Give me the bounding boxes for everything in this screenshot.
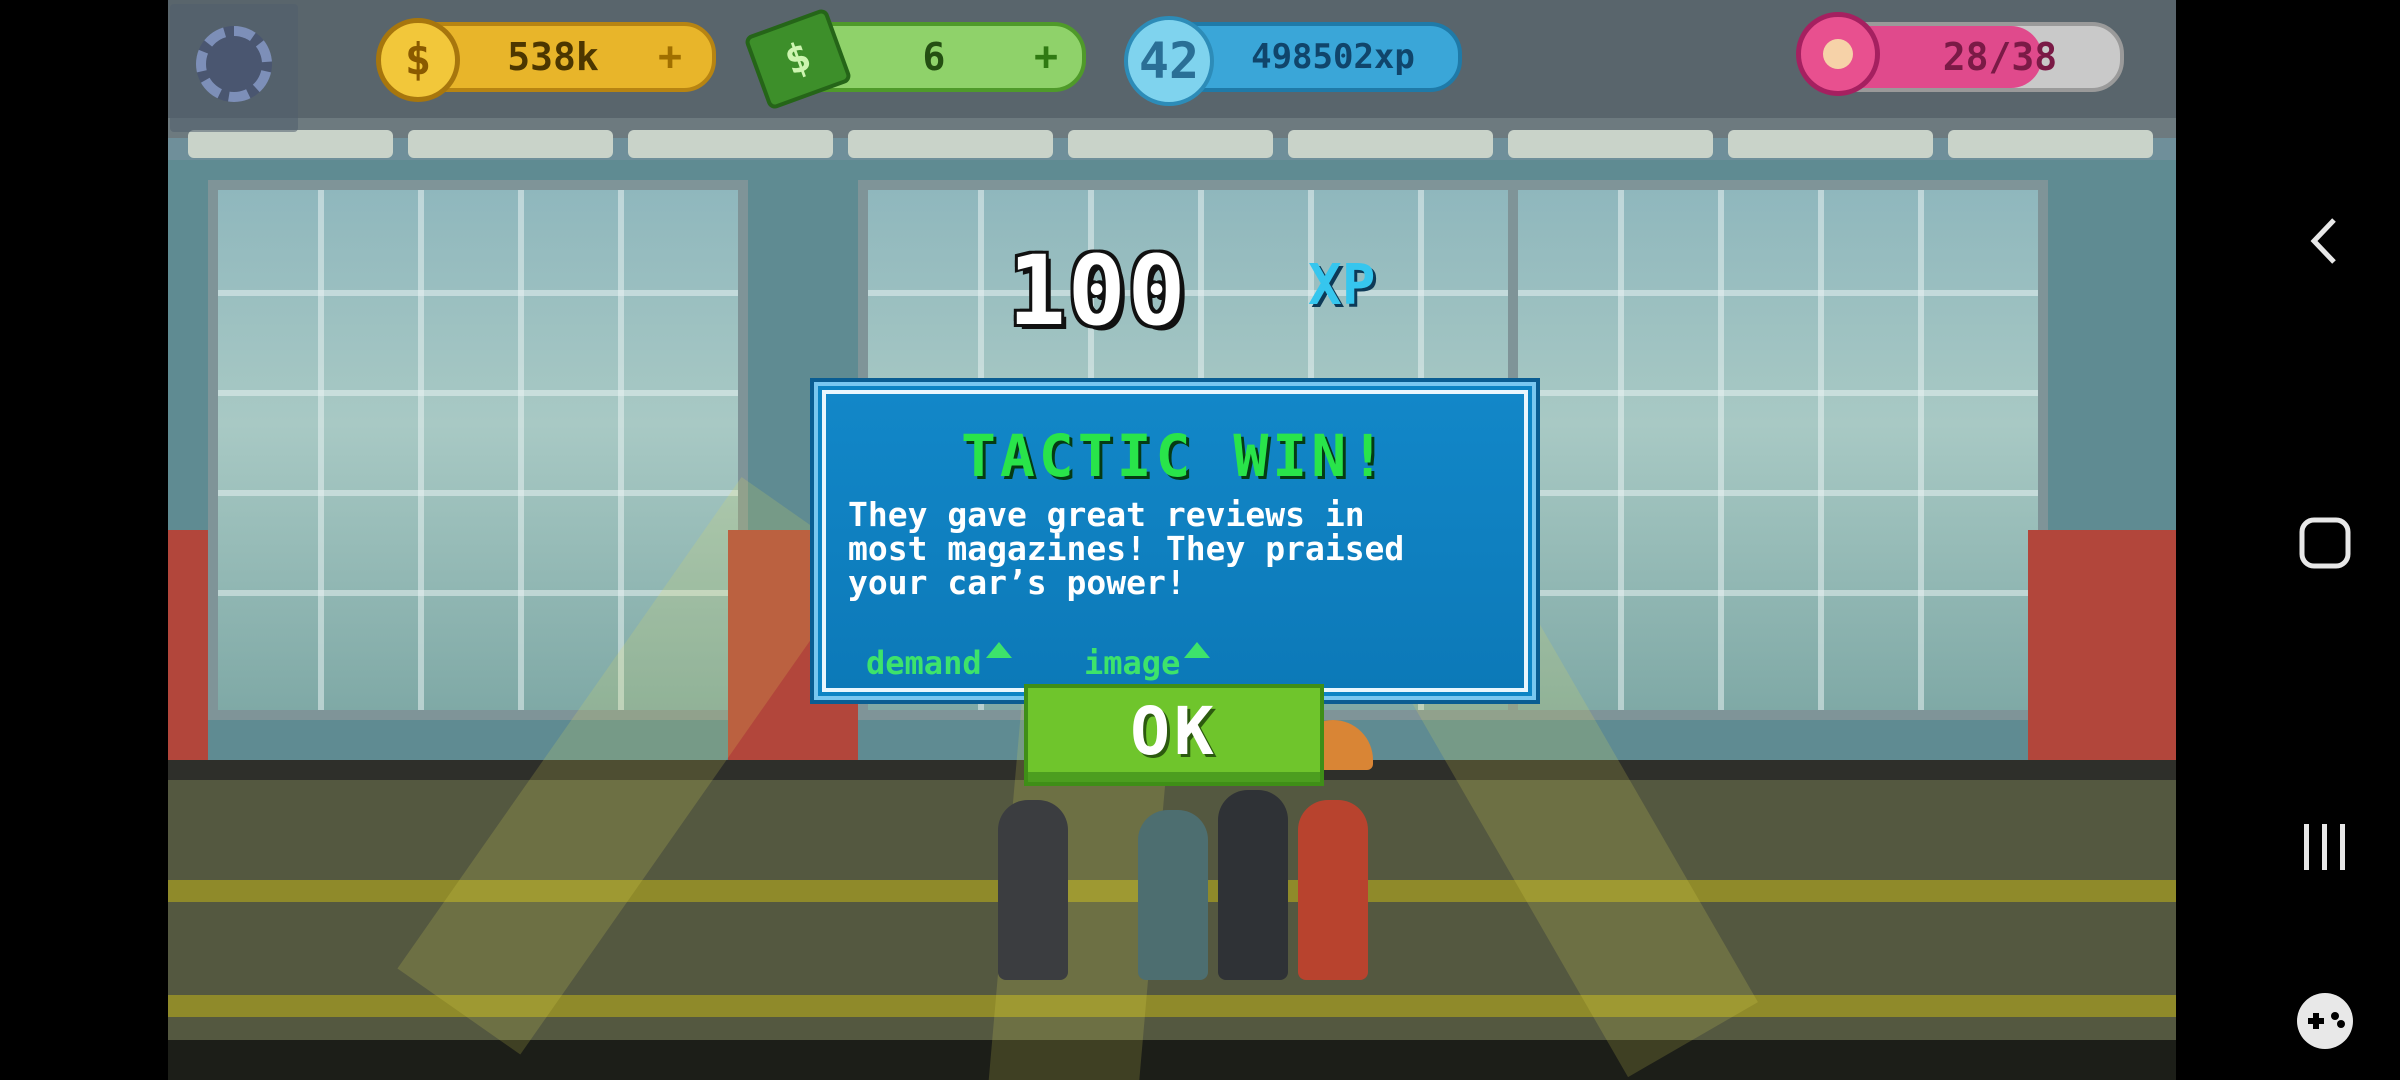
ceiling-beam xyxy=(188,130,393,158)
level-badge-icon: 42 xyxy=(1124,16,1214,106)
worker xyxy=(1218,790,1288,980)
fans-counter: 28/38 xyxy=(1796,12,2124,96)
back-icon[interactable] xyxy=(2290,206,2360,276)
floor-edge xyxy=(168,1040,2176,1080)
xp-reward-unit: XP xyxy=(1308,253,1376,318)
xp-value: 498502xp xyxy=(1251,37,1415,77)
ceiling-beam xyxy=(1068,130,1273,158)
red-wall-band xyxy=(168,530,208,760)
arrow-up-icon xyxy=(985,642,1012,658)
dialog-title: TACTIC WIN! xyxy=(960,422,1390,490)
result-dialog-panel: TACTIC WIN! They gave great reviews in m… xyxy=(822,390,1528,692)
coins-value: 538k xyxy=(507,35,599,79)
effect-demand: demand xyxy=(866,642,1012,682)
ceiling-beam xyxy=(1508,130,1713,158)
worker xyxy=(1298,800,1368,980)
result-dialog: TACTIC WIN! They gave great reviews in m… xyxy=(810,378,1540,704)
factory-window xyxy=(1508,180,2048,720)
arrow-up-icon xyxy=(1184,642,1211,658)
ok-button[interactable]: OK xyxy=(1024,684,1324,786)
add-cash-button[interactable]: + xyxy=(1034,26,1058,88)
donut-icon xyxy=(1796,12,1880,96)
effect-label: demand xyxy=(866,644,982,682)
red-wall-band xyxy=(2028,530,2176,760)
add-coins-button[interactable]: + xyxy=(658,26,682,88)
worker xyxy=(1138,810,1208,980)
settings-gear-icon[interactable] xyxy=(170,4,298,132)
coins-counter[interactable]: $ 538k + xyxy=(376,18,716,102)
ceiling-beam xyxy=(848,130,1053,158)
cash-value: 6 xyxy=(922,35,946,79)
ceiling-beam xyxy=(1948,130,2153,158)
ceiling-beam xyxy=(1288,130,1493,158)
recents-icon[interactable] xyxy=(2290,812,2360,882)
worker xyxy=(998,800,1068,980)
ceiling-beam xyxy=(408,130,613,158)
game-viewport: $ 538k + $ 6 + 42 498502xp 28/38 100 XP … xyxy=(168,0,2176,1080)
xp-reward: 100 XP xyxy=(1008,235,1478,347)
xp-counter: 42 498502xp xyxy=(1124,16,1462,106)
xp-reward-value: 100 xyxy=(1008,235,1188,347)
dialog-message: They gave great reviews in most magazine… xyxy=(848,495,1405,602)
effect-image: image xyxy=(1084,642,1211,682)
effect-label: image xyxy=(1084,644,1181,682)
ceiling-beam xyxy=(628,130,833,158)
gamepad-icon[interactable] xyxy=(2290,986,2360,1056)
cash-counter[interactable]: $ 6 + xyxy=(743,7,1086,111)
ceiling-beam xyxy=(1728,130,1933,158)
fans-value: 28/38 xyxy=(1942,35,2058,79)
home-icon[interactable] xyxy=(2290,508,2360,578)
coin-icon: $ xyxy=(376,18,460,102)
